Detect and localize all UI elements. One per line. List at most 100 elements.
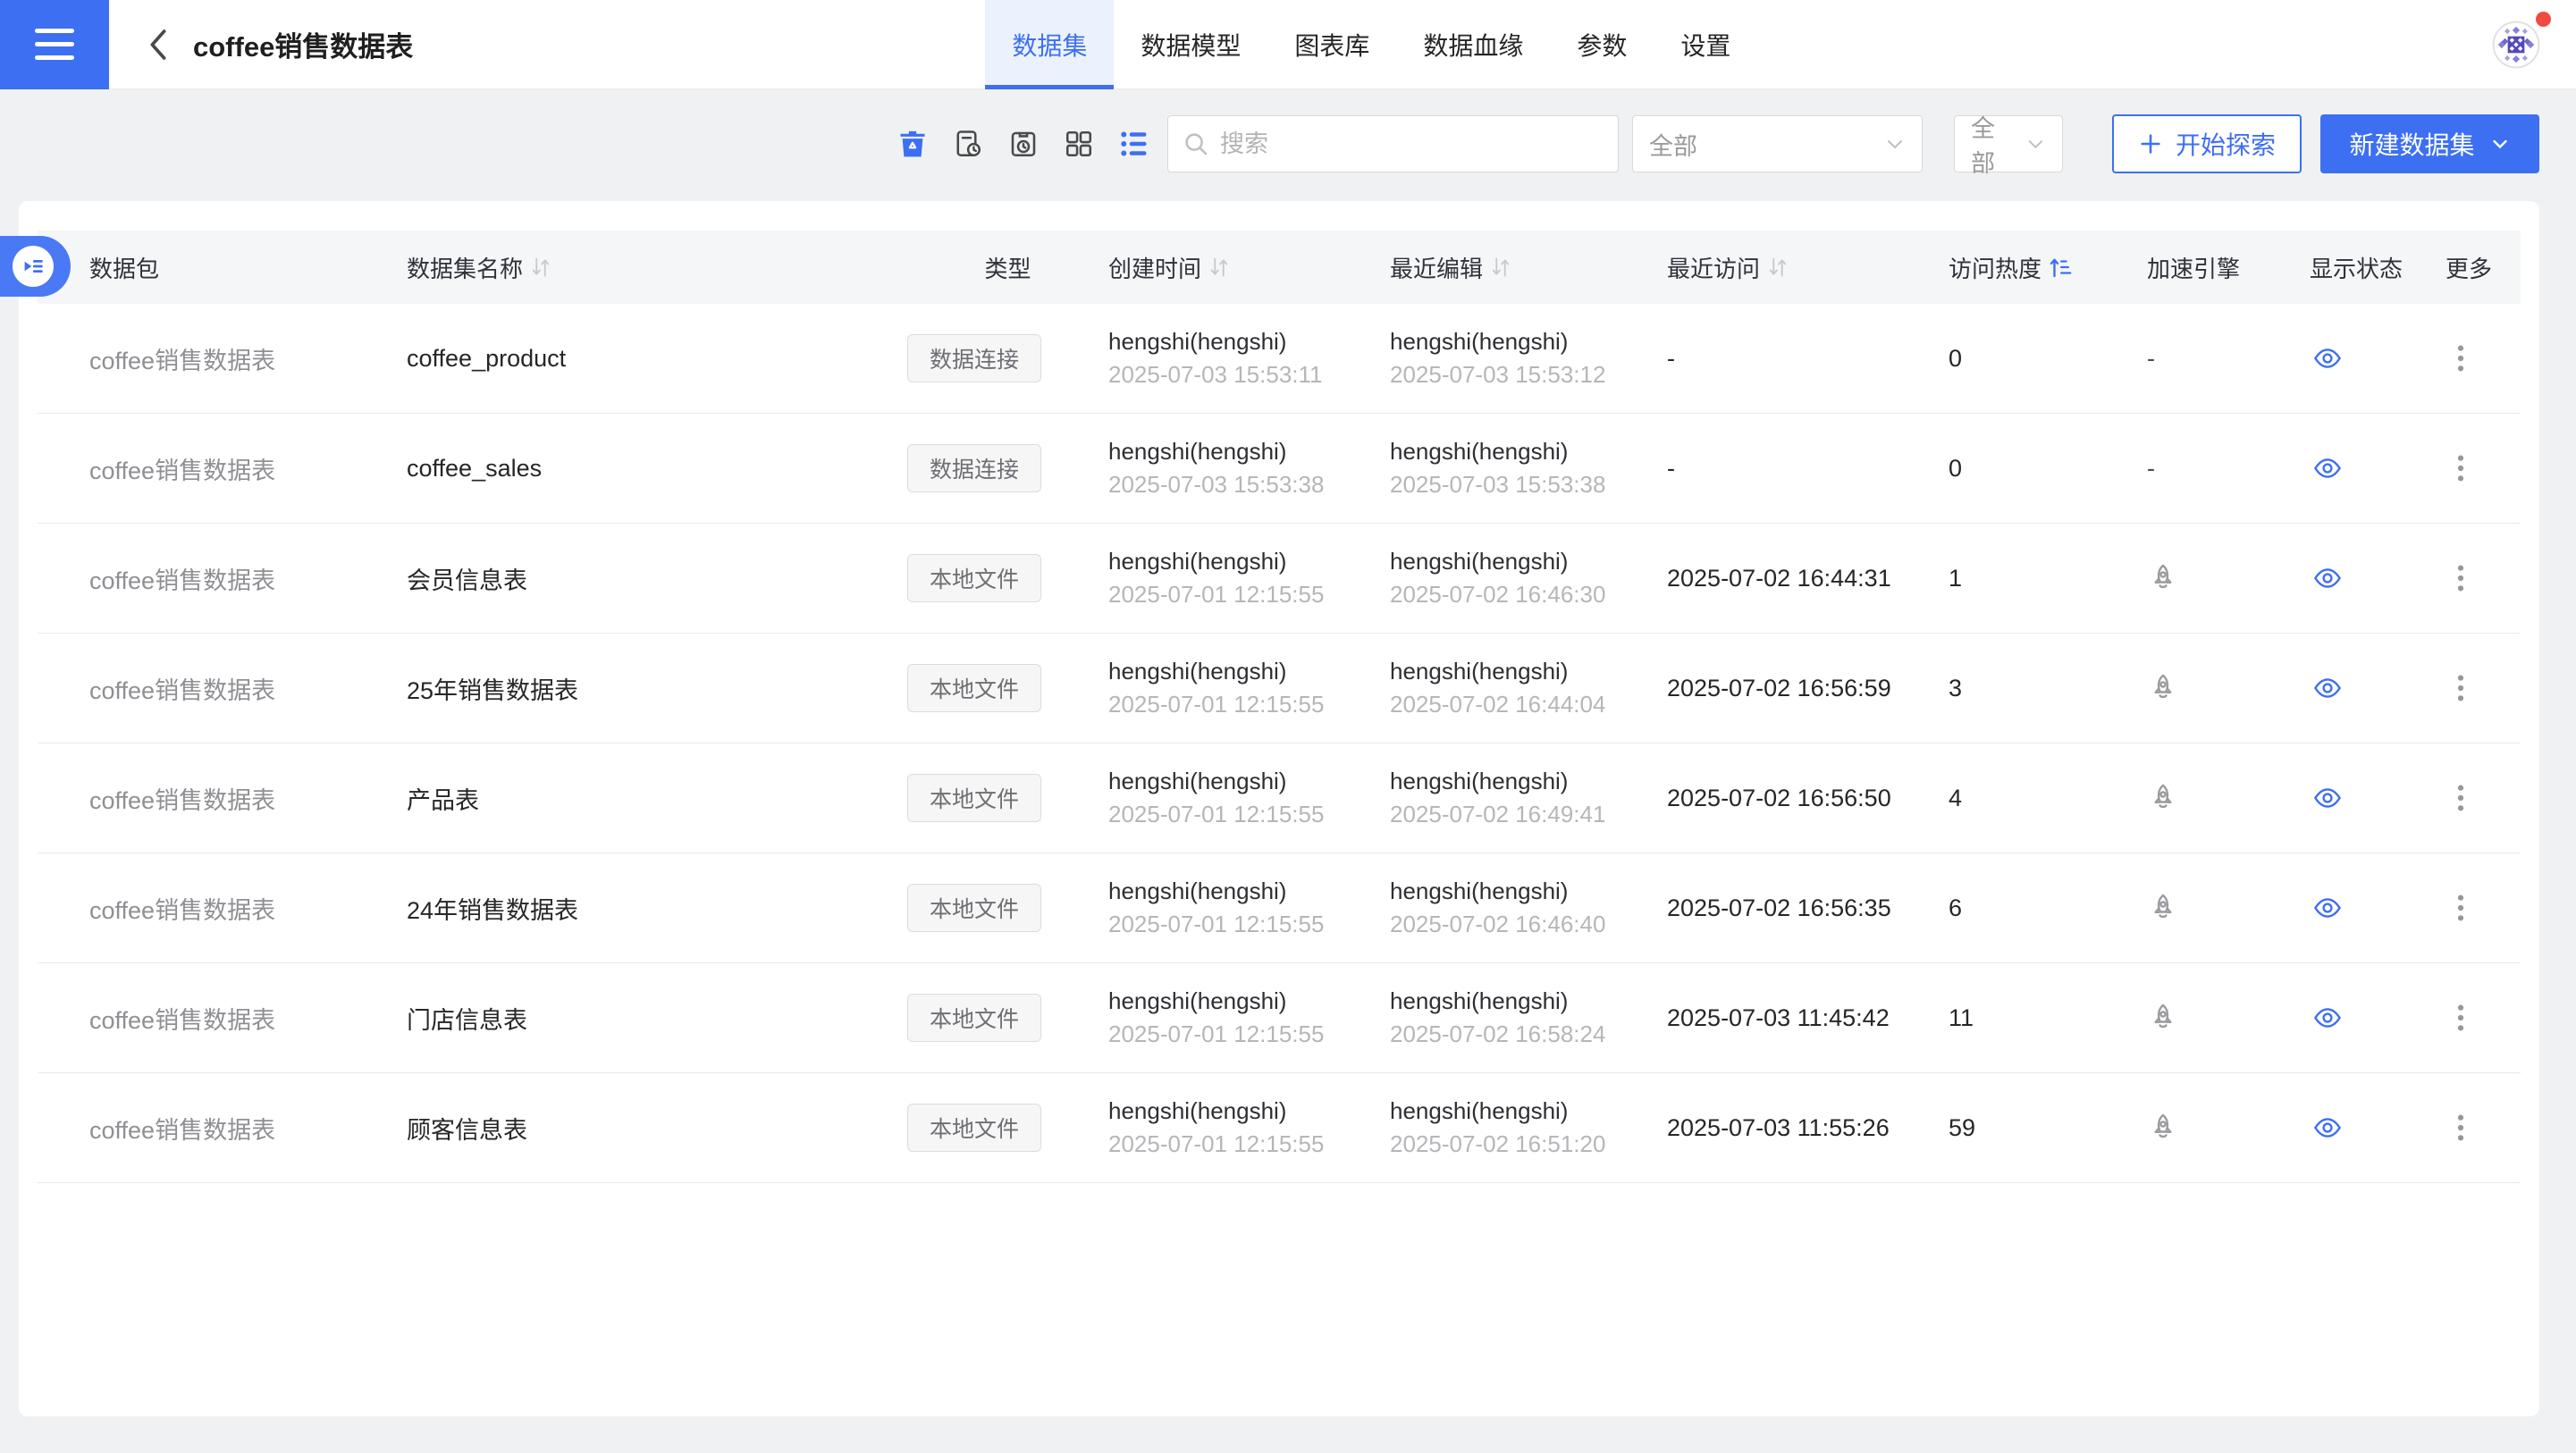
more-kebab-icon[interactable] (2446, 890, 2476, 926)
sort-ascending-active-icon[interactable] (2049, 256, 2072, 279)
visit-heat: 0 (1949, 345, 1962, 373)
create-dataset-button[interactable]: 新建数据集 (2320, 114, 2539, 173)
table-row[interactable]: coffee销售数据表 25年销售数据表 本地文件 hengshi(hengsh… (38, 634, 2521, 743)
chevron-left-icon (145, 27, 172, 63)
visibility-eye-icon[interactable] (2310, 1113, 2345, 1142)
column-header[interactable]: 数据集名称 (407, 251, 907, 284)
more-kebab-icon[interactable] (2446, 340, 2476, 376)
user-avatar[interactable] (2492, 21, 2540, 69)
search-box (1167, 115, 1619, 172)
accelerate-rocket-icon[interactable] (2147, 1112, 2179, 1144)
accelerate-rocket-icon[interactable] (2147, 892, 2179, 924)
dataset-package: coffee销售数据表 (89, 1001, 275, 1036)
created-at: 2025-07-01 12:15:55 (1108, 911, 1324, 938)
tab-5[interactable]: 参数 (1550, 0, 1654, 89)
edited-at: 2025-07-03 15:53:38 (1390, 471, 1605, 499)
visibility-eye-icon[interactable] (2310, 784, 2345, 812)
sort-arrows-icon[interactable] (1767, 256, 1789, 279)
dataset-name-link[interactable]: 24年销售数据表 (407, 891, 578, 926)
column-header[interactable]: 最近访问 (1667, 251, 1949, 284)
column-header[interactable]: 显示状态 (2288, 251, 2437, 284)
dataset-package: coffee销售数据表 (89, 451, 275, 486)
visibility-eye-icon[interactable] (2310, 674, 2345, 702)
list-view-icon[interactable] (1117, 127, 1151, 161)
sort-arrows-icon[interactable] (1208, 256, 1230, 279)
column-header[interactable]: 类型 (907, 251, 1108, 284)
more-kebab-icon[interactable] (2446, 560, 2476, 596)
dataset-name-link[interactable]: 产品表 (407, 781, 479, 816)
back-button[interactable] (143, 27, 173, 63)
tab-4[interactable]: 数据血缘 (1396, 0, 1550, 89)
last-visited: 2025-07-02 16:56:50 (1667, 785, 1891, 812)
edited-at: 2025-07-02 16:46:30 (1390, 581, 1605, 609)
column-header[interactable]: 创建时间 (1108, 251, 1390, 284)
recycle-bin-icon[interactable] (896, 127, 930, 161)
table-row[interactable]: coffee销售数据表 会员信息表 本地文件 hengshi(hengshi)2… (38, 524, 2521, 634)
sidebar-toggle-handle[interactable] (0, 236, 71, 297)
tab-6[interactable]: 设置 (1654, 0, 1757, 89)
start-explore-button[interactable]: 开始探索 (2112, 114, 2302, 173)
last-visited: 2025-07-02 16:56:35 (1667, 894, 1891, 922)
edited-by: hengshi(hengshi) (1390, 768, 1605, 795)
accelerate-rocket-icon[interactable] (2147, 562, 2179, 594)
dataset-package: coffee销售数据表 (89, 341, 275, 376)
tab-2[interactable]: 数据模型 (1114, 0, 1267, 89)
dataset-name-link[interactable]: 门店信息表 (407, 1001, 527, 1036)
dataset-name-link[interactable]: 会员信息表 (407, 561, 527, 596)
last-visited: 2025-07-03 11:45:42 (1667, 1004, 1890, 1032)
edited-by: hengshi(hengshi) (1390, 658, 1605, 685)
column-header[interactable]: 最近编辑 (1390, 251, 1667, 284)
more-kebab-icon[interactable] (2446, 1000, 2476, 1036)
tab-3[interactable]: 图表库 (1267, 0, 1396, 89)
visibility-eye-icon[interactable] (2310, 894, 2345, 922)
accelerate-rocket-icon[interactable] (2147, 672, 2179, 704)
edited-at: 2025-07-02 16:44:04 (1390, 691, 1605, 718)
table-row[interactable]: coffee销售数据表 coffee_product 数据连接 hengshi(… (38, 304, 2521, 414)
created-at: 2025-07-01 12:15:55 (1108, 1020, 1324, 1048)
column-header[interactable]: 更多 (2437, 251, 2521, 284)
visibility-eye-icon[interactable] (2310, 1004, 2345, 1032)
table-row[interactable]: coffee销售数据表 coffee_sales 数据连接 hengshi(he… (38, 414, 2521, 524)
table-row[interactable]: coffee销售数据表 24年销售数据表 本地文件 hengshi(hengsh… (38, 853, 2521, 963)
recent-file-icon[interactable] (951, 127, 985, 161)
created-at: 2025-07-03 15:53:38 (1108, 471, 1324, 499)
more-kebab-icon[interactable] (2446, 1110, 2476, 1146)
accelerate-rocket-icon[interactable] (2147, 782, 2179, 814)
edited-at: 2025-07-02 16:51:20 (1390, 1130, 1605, 1158)
visibility-eye-icon[interactable] (2310, 564, 2345, 592)
edited-by: hengshi(hengshi) (1390, 878, 1605, 905)
column-header[interactable]: 访问热度 (1949, 251, 2118, 284)
column-header[interactable]: 加速引擎 (2118, 251, 2288, 284)
table-row[interactable]: coffee销售数据表 产品表 本地文件 hengshi(hengshi)202… (38, 743, 2521, 853)
dataset-name-link[interactable]: 25年销售数据表 (407, 671, 578, 706)
more-kebab-icon[interactable] (2446, 670, 2476, 706)
table-row[interactable]: coffee销售数据表 门店信息表 本地文件 hengshi(hengshi)2… (38, 963, 2521, 1073)
table-row[interactable]: coffee销售数据表 顾客信息表 本地文件 hengshi(hengshi)2… (38, 1073, 2521, 1183)
column-header[interactable]: 数据包 (38, 251, 407, 284)
dataset-name-link[interactable]: coffee_sales (407, 455, 542, 483)
last-visited: - (1667, 345, 1675, 373)
created-at: 2025-07-01 12:15:55 (1108, 581, 1324, 609)
grid-view-icon[interactable] (1062, 127, 1096, 161)
chevron-down-icon (1884, 133, 1906, 155)
search-input[interactable] (1220, 130, 1604, 158)
dataset-name-link[interactable]: coffee_product (407, 345, 566, 373)
accelerate-rocket-icon[interactable] (2147, 1002, 2179, 1034)
visibility-eye-icon[interactable] (2310, 344, 2345, 373)
app-header: coffee销售数据表 数据集数据模型图表库数据血缘参数设置 (0, 0, 2576, 89)
sort-arrows-icon[interactable] (1490, 256, 1511, 279)
plus-icon (2138, 131, 2163, 156)
hamburger-menu-button[interactable] (0, 0, 109, 89)
visibility-eye-icon[interactable] (2310, 454, 2345, 483)
more-kebab-icon[interactable] (2446, 450, 2476, 486)
edited-at: 2025-07-02 16:46:40 (1390, 911, 1605, 938)
filter-dropdown-type[interactable]: 全部 (1954, 115, 2063, 172)
created-at: 2025-07-01 12:15:55 (1108, 1130, 1324, 1158)
filter-dropdown-package[interactable]: 全部 (1632, 115, 1923, 172)
sort-arrows-icon[interactable] (530, 256, 551, 279)
snapshot-box-icon[interactable] (1006, 127, 1040, 161)
dataset-name-link[interactable]: 顾客信息表 (407, 1111, 527, 1146)
tab-1[interactable]: 数据集 (985, 0, 1114, 89)
accelerate-empty: - (2147, 455, 2155, 483)
more-kebab-icon[interactable] (2446, 780, 2476, 816)
